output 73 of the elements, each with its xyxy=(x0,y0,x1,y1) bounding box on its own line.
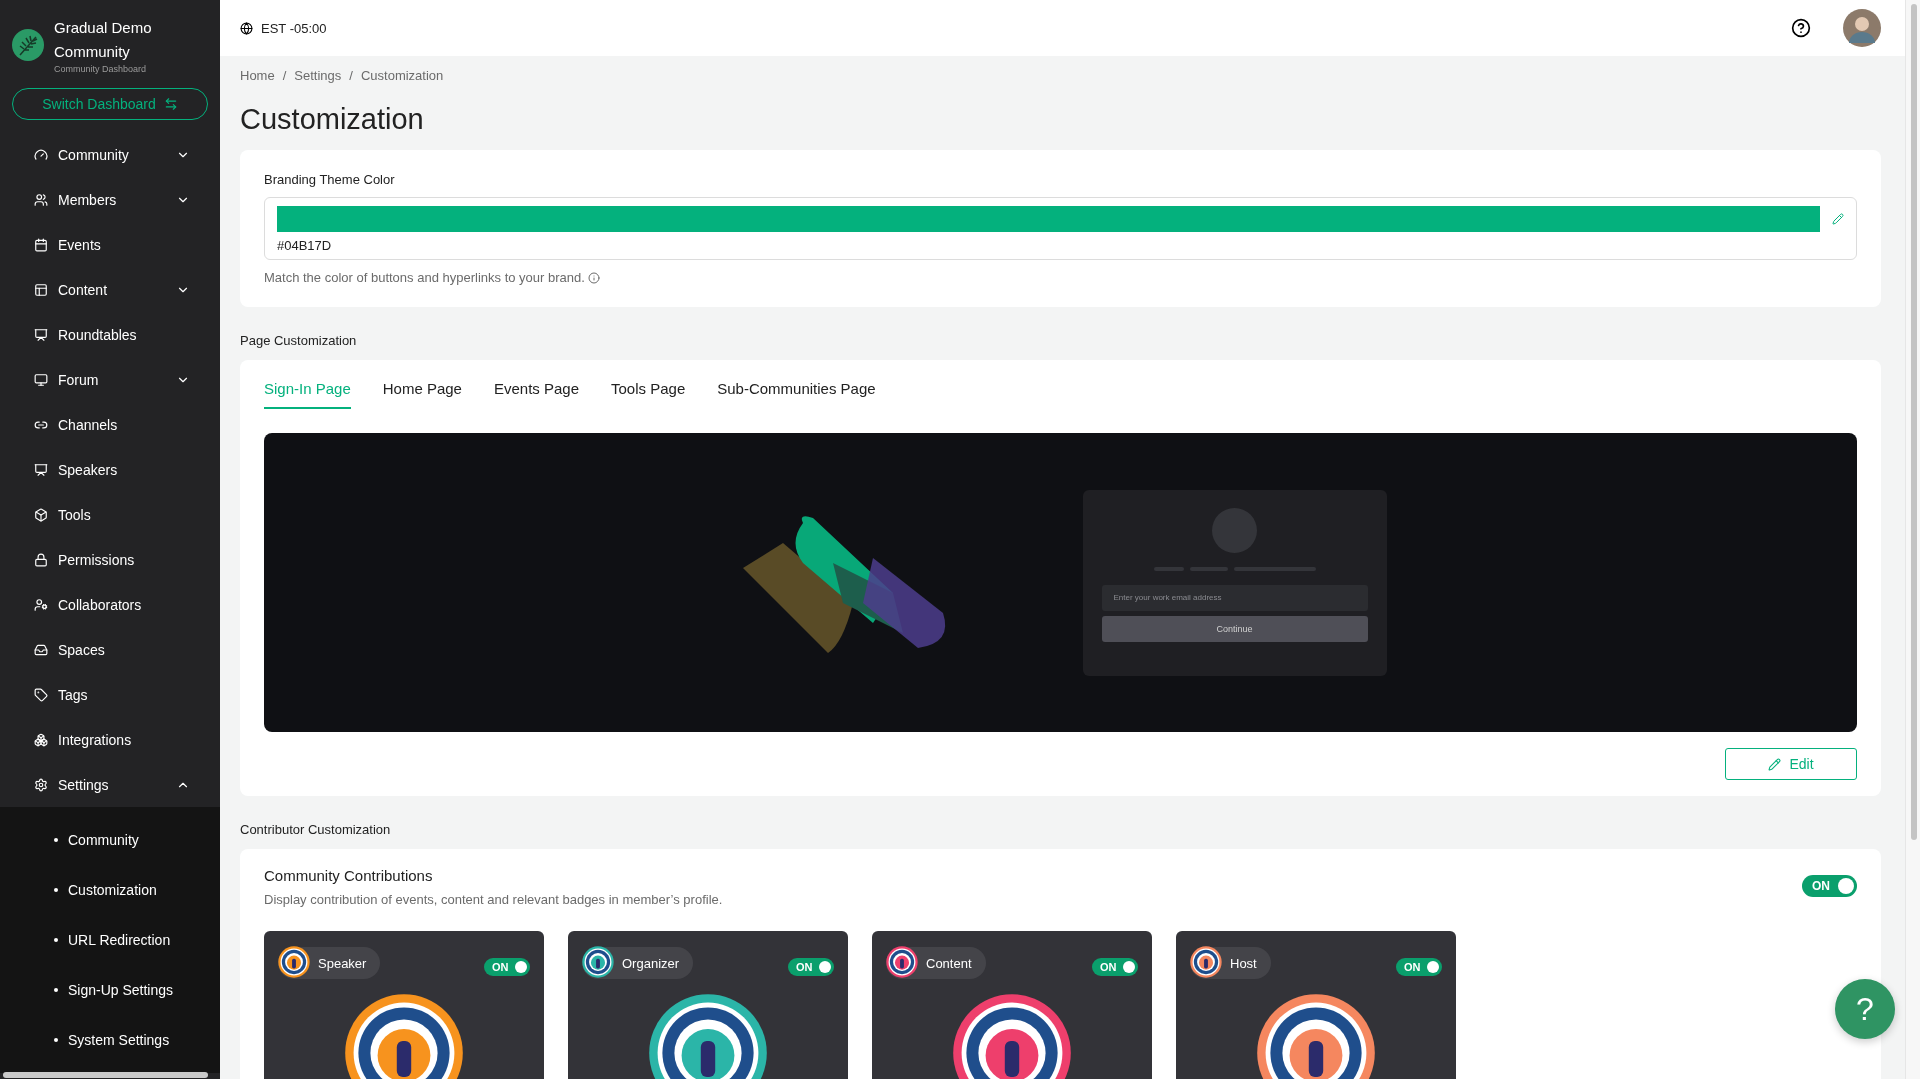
sidebar-item[interactable]: Members xyxy=(0,177,220,222)
field-label: Branding Theme Color xyxy=(264,172,396,187)
community-name: Gradual Demo Community xyxy=(54,18,153,62)
tray-icon xyxy=(34,642,48,657)
badge-icon xyxy=(1190,945,1222,978)
avatar[interactable] xyxy=(1843,9,1881,47)
sidebar-item[interactable]: Tools xyxy=(0,492,220,537)
layout-icon xyxy=(34,282,48,297)
sidebar-item[interactable]: Community xyxy=(0,132,220,177)
badge-icon xyxy=(582,945,614,978)
badge-chip: Content xyxy=(886,947,986,979)
badge-icon xyxy=(278,945,310,978)
color-field[interactable]: #04B17D xyxy=(264,197,1857,260)
tab[interactable]: Sub-Communities Page xyxy=(717,380,876,409)
sidebar-item[interactable]: Collaborators xyxy=(0,582,220,627)
tab[interactable]: Events Page xyxy=(493,380,579,409)
tag-icon xyxy=(34,687,48,702)
presentation-icon xyxy=(34,462,48,477)
sidebar-item[interactable]: Speakers xyxy=(0,447,220,492)
badge-icon xyxy=(886,945,918,978)
community-subtitle: Community Dashboard xyxy=(54,64,148,74)
sidebar-item[interactable]: Roundtables xyxy=(0,312,220,357)
submenu-item[interactable]: Sign-Up Settings xyxy=(0,965,220,1015)
lock-icon xyxy=(34,552,48,567)
section-heading: Page Customization xyxy=(240,333,358,348)
submenu-item[interactable]: Customization xyxy=(0,865,220,915)
calendar-icon xyxy=(34,237,48,252)
section-description: Display contribution of events, content and relevant badges in member’s profile. xyxy=(264,892,723,907)
user-icon xyxy=(34,597,48,612)
email-field[interactable]: Enter your work email address xyxy=(1101,584,1368,611)
info-icon xyxy=(587,271,600,284)
section-heading: Contributor Customization xyxy=(240,822,392,837)
breadcrumb-link[interactable]: Home xyxy=(240,68,275,83)
submenu-item[interactable]: URL Redirection xyxy=(0,915,220,965)
section-title: Community Contributions xyxy=(264,867,434,884)
submenu-item[interactable]: System Settings xyxy=(0,1015,220,1065)
breadcrumb-link[interactable]: Settings xyxy=(294,68,342,83)
scrollbar[interactable] xyxy=(3,1072,208,1078)
breadcrumb-separator: / xyxy=(282,68,287,83)
hint-text: Match the color of buttons and hyperlinks to your brand. xyxy=(264,270,585,285)
breadcrumb-link[interactable]: Customization xyxy=(360,68,444,83)
sidebar-item[interactable]: Forum xyxy=(0,357,220,402)
tab[interactable]: Tools Page xyxy=(611,380,686,409)
breadcrumb-separator: / xyxy=(349,68,353,83)
page-title: Customization xyxy=(240,103,425,136)
users-icon xyxy=(34,192,48,207)
sidebar-item[interactable]: Content xyxy=(0,267,220,312)
sidebar-item[interactable]: Spaces xyxy=(0,627,220,672)
sidebar-item[interactable]: Channels xyxy=(0,402,220,447)
sidebar-item[interactable]: Permissions xyxy=(0,537,220,582)
presentation-icon xyxy=(34,327,48,342)
globe-icon xyxy=(240,21,253,35)
sidebar-item[interactable]: Settings xyxy=(0,762,220,807)
badge-chip: Host xyxy=(1190,947,1271,979)
help-icon[interactable] xyxy=(1791,18,1811,38)
boxes-icon xyxy=(34,732,48,747)
tab[interactable]: Home Page xyxy=(382,380,462,409)
gauge-icon xyxy=(34,147,48,162)
sidebar-item[interactable]: Tags xyxy=(0,672,220,717)
scrollbar[interactable] xyxy=(1911,4,1917,840)
settings-icon xyxy=(34,777,48,792)
logo-icon xyxy=(12,29,44,61)
submenu-item[interactable]: Community xyxy=(0,815,220,865)
swap-icon xyxy=(163,97,178,111)
cube-icon xyxy=(34,507,48,522)
sidebar-item[interactable]: Events xyxy=(0,222,220,267)
monitor-icon xyxy=(34,372,48,387)
pencil-icon[interactable] xyxy=(1832,213,1844,225)
continue-button[interactable]: Continue xyxy=(1101,615,1368,642)
badge-chip: Organizer xyxy=(582,947,694,979)
badge-chip: Speaker xyxy=(278,947,381,979)
sidebar-item[interactable]: Integrations xyxy=(0,717,220,762)
pencil-icon xyxy=(1768,757,1782,771)
